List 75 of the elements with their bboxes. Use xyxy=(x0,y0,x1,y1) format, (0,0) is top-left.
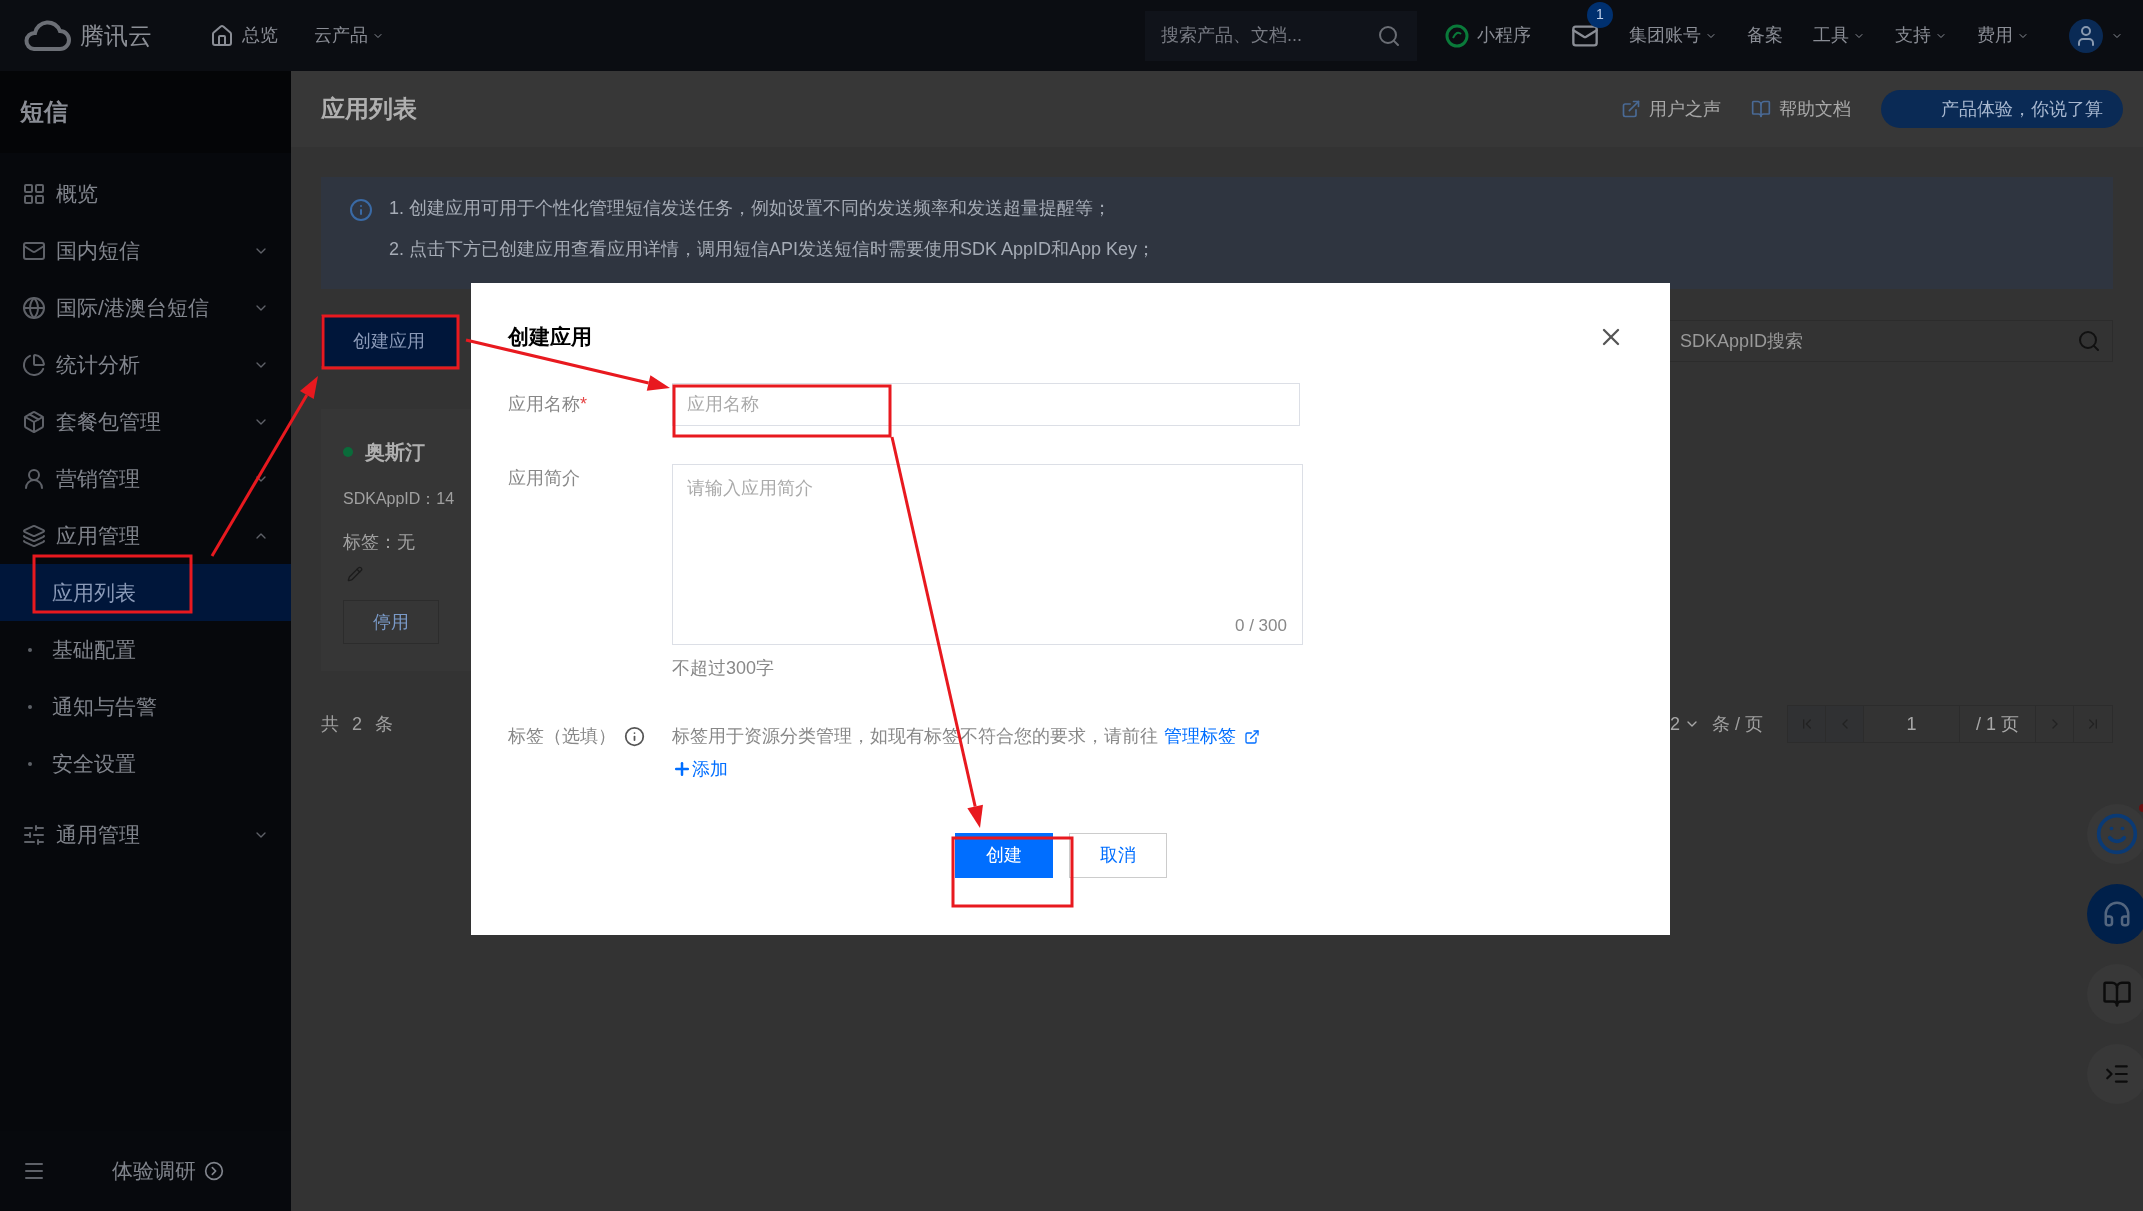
notification-badge: 1 xyxy=(1587,1,1613,28)
smiley-icon xyxy=(2095,812,2139,856)
disable-button[interactable]: 停用 xyxy=(343,600,439,644)
survey-link[interactable]: 体验调研 xyxy=(112,1155,224,1187)
create-button[interactable]: 创建 xyxy=(954,832,1053,878)
support-button[interactable] xyxy=(2087,884,2143,944)
search-icon xyxy=(1377,23,1401,48)
package-icon xyxy=(22,409,46,434)
search-field[interactable]: 搜索产品、文档... xyxy=(1145,10,1417,61)
layers-icon xyxy=(22,523,46,548)
app-tags: 标签：无 xyxy=(343,529,521,556)
sidebar-item[interactable]: 应用管理 xyxy=(0,507,291,564)
app-name-field[interactable]: 应用名称 xyxy=(672,382,1300,426)
nav-item[interactable]: 云产品 xyxy=(302,22,396,49)
page-title: 应用列表 xyxy=(321,94,418,124)
home-icon xyxy=(210,23,234,48)
sidebar-title: 短信 xyxy=(0,71,291,153)
external-link-icon xyxy=(1244,728,1260,745)
page-number-field[interactable]: 1 xyxy=(1864,706,1960,742)
add-tag-button[interactable]: 添加 xyxy=(672,755,1260,783)
app-name: 奥斯汀 xyxy=(365,440,425,465)
app-id: SDKAppID：14 xyxy=(343,489,456,509)
sliders-icon xyxy=(22,822,46,847)
header-link[interactable]: 用户之声 xyxy=(1621,95,1721,123)
create-app-button[interactable]: 创建应用 xyxy=(321,316,457,366)
info-icon xyxy=(624,726,645,747)
pencil-icon xyxy=(347,566,363,582)
notice-text: 2. 点击下方已创建应用查看应用详情，调用短信API发送短信时需要使用SDK AppID和App Key； xyxy=(389,238,1156,261)
globe-icon xyxy=(22,295,46,320)
miniapp-icon xyxy=(1445,23,1469,48)
top-menu-item[interactable]: 备案 xyxy=(1747,22,1783,49)
feedback-banner[interactable]: 产品体验，你说了算 xyxy=(1881,90,2123,128)
miniapp-link[interactable]: 小程序 xyxy=(1445,22,1531,49)
field-label: 标签（选填） xyxy=(508,725,616,748)
sidebar-subitem[interactable]: 基础配置 xyxy=(0,621,291,678)
cancel-button[interactable]: 取消 xyxy=(1068,832,1167,878)
nav-item[interactable]: 总览 xyxy=(198,22,290,49)
top-menu-item[interactable]: 工具 xyxy=(1813,22,1865,49)
sidebar-item[interactable]: 套餐包管理 xyxy=(0,393,291,450)
header-link[interactable]: 帮助文档 xyxy=(1751,95,1851,123)
sidebar-subitem[interactable]: 安全设置 xyxy=(0,735,291,792)
notice-text: 1. 创建应用可用于个性化管理短信发送任务，例如设置不同的发送频率和发送超量提醒等； xyxy=(389,197,1112,220)
dialog-title: 创建应用 xyxy=(508,324,592,350)
total-count: 共 2 条 xyxy=(321,712,397,736)
top-menu-item[interactable]: 集团账号 xyxy=(1629,22,1717,49)
sidebar-item[interactable]: 统计分析 xyxy=(0,336,291,393)
grid-icon xyxy=(22,181,46,206)
person-icon xyxy=(22,466,46,491)
page-total: / 1 页 xyxy=(1960,706,2036,742)
sidebar-subitem[interactable]: 通知与告警 xyxy=(0,678,291,735)
sidebar-item[interactable]: 国际/港澳台短信 xyxy=(0,279,291,336)
top-menu-item[interactable]: 费用 xyxy=(1977,22,2029,49)
sidebar-item[interactable]: 通用管理 xyxy=(0,806,291,863)
sidebar-item[interactable]: 营销管理 xyxy=(0,450,291,507)
search-icon xyxy=(2077,329,2101,353)
book-icon xyxy=(2102,979,2132,1009)
page-size-select[interactable]: 2 xyxy=(1669,710,1700,738)
field-hint: 不超过300字 xyxy=(672,656,776,680)
avatar-icon xyxy=(2069,18,2103,53)
per-page-label: 条 / 页 xyxy=(1712,712,1763,736)
document-icon xyxy=(1751,99,1771,119)
sidebar-item[interactable]: 国内短信 xyxy=(0,222,291,279)
headset-icon xyxy=(2102,899,2132,929)
arrow-circle-icon xyxy=(204,1161,224,1181)
character-counter: 0 / 300 xyxy=(1235,615,1287,637)
top-menu-item[interactable]: 支持 xyxy=(1895,22,1947,49)
cloud-logo-icon xyxy=(22,18,72,53)
sidebar-subitem[interactable]: 应用列表 xyxy=(0,564,291,621)
account-menu[interactable] xyxy=(2069,18,2123,53)
manage-tags-link[interactable]: 管理标签 xyxy=(1164,723,1260,750)
info-icon xyxy=(349,198,373,222)
sidebar-item[interactable]: 概览 xyxy=(0,165,291,222)
pie-chart-icon xyxy=(22,352,46,377)
plus-icon xyxy=(672,759,692,779)
brand-name: 腾讯云 xyxy=(80,20,152,51)
